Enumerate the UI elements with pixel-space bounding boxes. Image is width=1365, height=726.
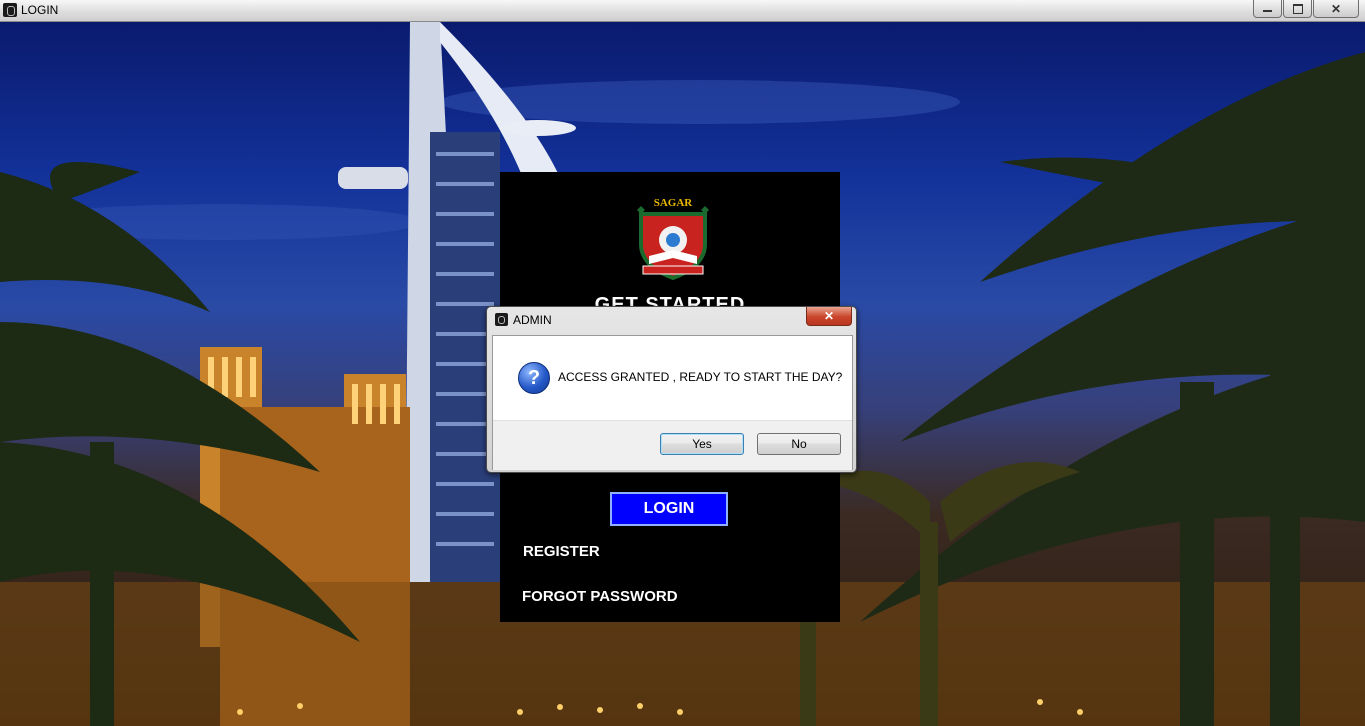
- app-icon: [3, 3, 17, 17]
- dialog-body: ? ACCESS GRANTED , READY TO START THE DA…: [492, 335, 853, 470]
- admin-dialog: ADMIN ✕ ? ACCESS GRANTED , READY TO STAR…: [486, 306, 857, 473]
- no-button[interactable]: No: [757, 433, 841, 455]
- dialog-close-button[interactable]: ✕: [806, 307, 852, 326]
- close-icon: ✕: [823, 309, 835, 323]
- window-title: LOGIN: [21, 3, 59, 17]
- window-controls: ✕: [1252, 0, 1359, 18]
- close-button[interactable]: ✕: [1313, 0, 1359, 18]
- dialog-button-area: Yes No: [493, 420, 852, 470]
- minimize-button[interactable]: [1253, 0, 1282, 18]
- dialog-title: ADMIN: [513, 313, 552, 327]
- minimize-icon: [1263, 10, 1272, 12]
- dialog-message-area: ? ACCESS GRANTED , READY TO START THE DA…: [493, 336, 852, 420]
- restore-icon: [1292, 3, 1303, 14]
- yes-button[interactable]: Yes: [660, 433, 744, 455]
- dialog-app-icon: [495, 313, 508, 326]
- register-link[interactable]: REGISTER: [523, 543, 600, 560]
- question-icon: ?: [518, 362, 550, 394]
- maximize-button[interactable]: [1283, 0, 1312, 18]
- logo-text: SAGAR: [653, 197, 693, 209]
- logo: SAGAR: [633, 194, 713, 281]
- forgot-password-link[interactable]: FORGOT PASSWORD: [522, 588, 678, 605]
- login-button[interactable]: LOGIN: [610, 492, 728, 526]
- dialog-message: ACCESS GRANTED , READY TO START THE DAY?: [558, 370, 843, 384]
- close-icon: ✕: [1330, 1, 1342, 16]
- window-title-bar: LOGIN ✕: [0, 0, 1365, 22]
